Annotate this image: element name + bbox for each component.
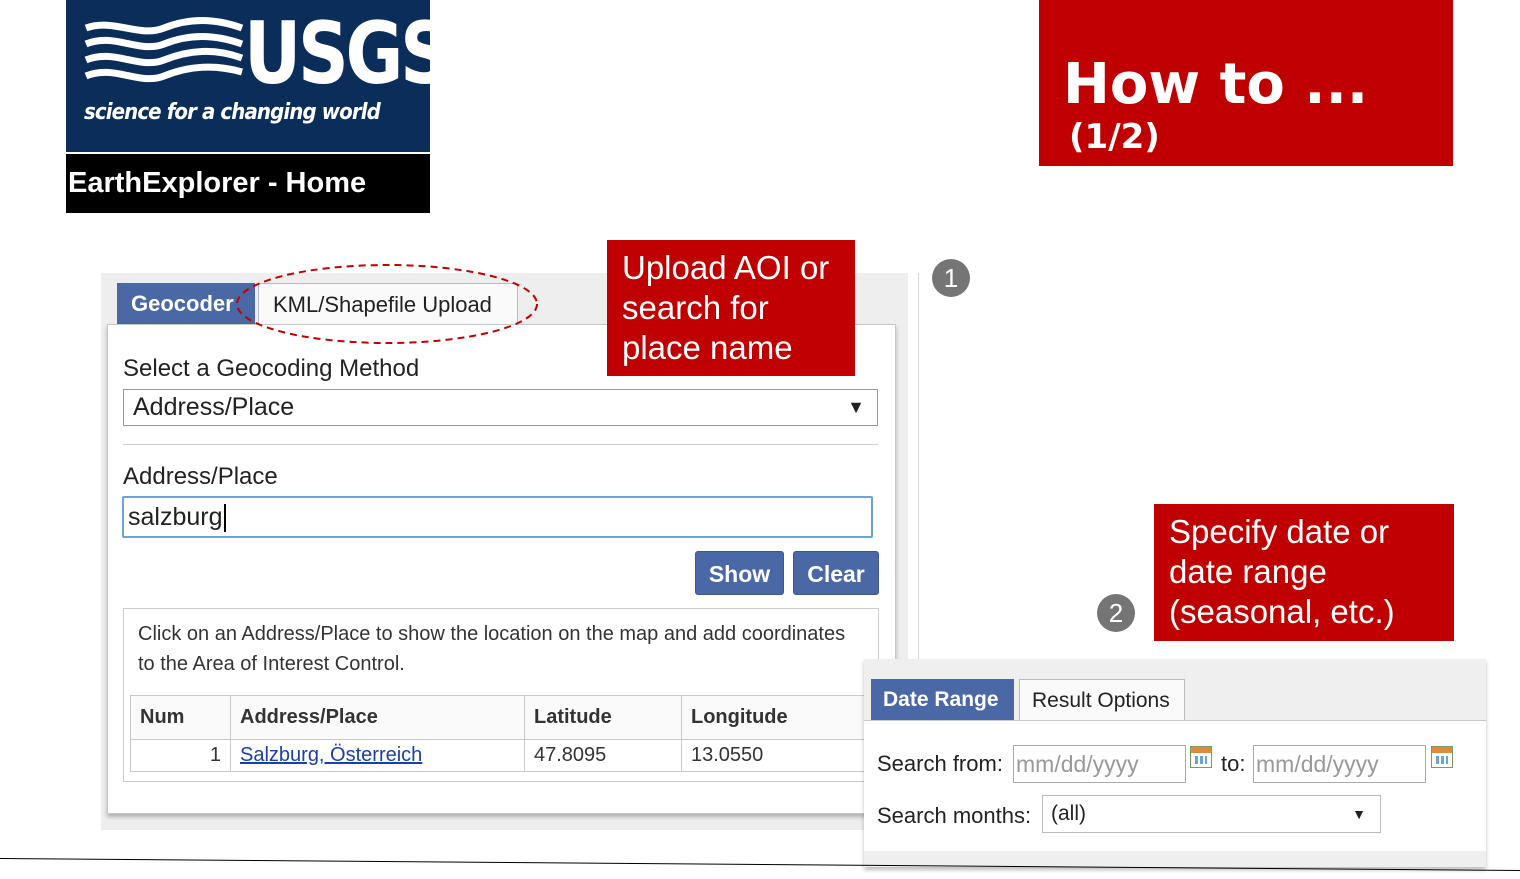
geocoding-method-value: Address/Place [133, 393, 295, 421]
row-place-link[interactable]: Salzburg, Österreich [240, 744, 422, 766]
step-badge-2: 2 [1097, 594, 1135, 632]
address-place-input[interactable]: salzburg [122, 496, 873, 538]
dropdown-arrow-icon: ▼ [847, 397, 865, 417]
search-months-label: Search months: [877, 803, 1032, 828]
table-header-row: Num Address/Place Latitude Longitude [130, 695, 872, 740]
column-header-num: Num [130, 695, 231, 740]
results-table: Num Address/Place Latitude Longitude 1 S… [130, 695, 872, 772]
column-header-longitude: Longitude [681, 695, 872, 740]
panel-divider [918, 273, 919, 659]
callout-line: (seasonal, etc.) [1169, 593, 1395, 630]
row-latitude: 47.8095 [524, 739, 682, 772]
calendar-icon[interactable] [1431, 746, 1453, 768]
slide-title: How to ... (1/2) [1039, 0, 1453, 166]
geocoding-method-label: Select a Geocoding Method [123, 355, 420, 382]
search-months-value: (all) [1051, 802, 1086, 825]
geocoding-method-select[interactable]: Address/Place ▼ [123, 389, 878, 426]
column-header-latitude: Latitude [524, 695, 682, 740]
callout-line: place name [622, 329, 793, 366]
address-place-value: salzburg [128, 503, 223, 531]
row-longitude: 13.0550 [681, 739, 872, 772]
search-from-label: Search from: [877, 751, 1003, 776]
to-label: to: [1221, 751, 1246, 776]
title-part: (1/2) [1069, 117, 1160, 157]
callout-upload-aoi: Upload AOI or search for place name [607, 240, 855, 376]
search-months-select[interactable]: (all) ▼ [1042, 795, 1381, 833]
results-message: Click on an Address/Place to show the lo… [138, 623, 846, 675]
step-badge-1: 1 [932, 259, 970, 297]
callout-line: Specify date or [1169, 513, 1390, 550]
callout-line: date range [1169, 553, 1327, 590]
usgs-wordmark: USGS [244, 4, 451, 104]
callout-date-range: Specify date or date range (seasonal, et… [1154, 504, 1454, 641]
callout-line: search for [622, 289, 769, 326]
search-from-input[interactable]: mm/dd/yyyy [1013, 745, 1186, 783]
table-row[interactable]: 1 Salzburg, Österreich 47.8095 13.0550 [130, 739, 872, 772]
row-place-cell: Salzburg, Österreich [230, 739, 525, 772]
row-num: 1 [130, 739, 231, 772]
dropdown-arrow-icon: ▼ [1352, 806, 1366, 822]
usgs-tagline: science for a changing world [84, 100, 381, 125]
search-to-input[interactable]: mm/dd/yyyy [1253, 745, 1426, 783]
title-main: How to ... [1063, 52, 1369, 117]
usgs-wave-icon [84, 17, 244, 83]
show-button[interactable]: Show [695, 551, 784, 595]
app-title-bar[interactable]: EarthExplorer - Home [66, 154, 430, 213]
usgs-logo[interactable]: USGS science for a changing world [66, 0, 451, 152]
text-cursor [223, 504, 226, 533]
callout-line: Upload AOI or [622, 249, 830, 286]
tab-date-range[interactable]: Date Range [871, 679, 1014, 720]
calendar-icon[interactable] [1190, 746, 1212, 768]
clear-button[interactable]: Clear [793, 551, 879, 595]
address-place-label: Address/Place [123, 463, 278, 490]
divider [123, 444, 878, 445]
column-header-address: Address/Place [230, 695, 525, 740]
tab-result-options[interactable]: Result Options [1019, 679, 1185, 720]
highlight-ellipse [236, 264, 538, 344]
